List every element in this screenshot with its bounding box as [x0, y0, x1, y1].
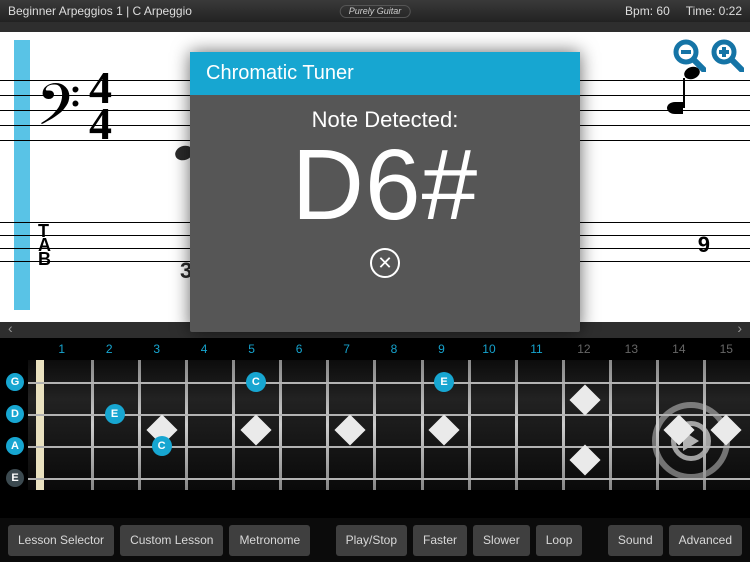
chromatic-tuner-popup: Chromatic Tuner Note Detected: D6# ✕: [190, 52, 580, 332]
fret-line: [279, 360, 282, 490]
lesson-title: Beginner Arpeggios 1 | C Arpeggio: [8, 4, 192, 18]
fret-line: [703, 360, 706, 490]
open-string-note[interactable]: G: [6, 373, 24, 391]
fret-line: [515, 360, 518, 490]
fret-inlay: [240, 414, 271, 445]
fret-note-marker[interactable]: E: [434, 372, 454, 392]
string: [28, 414, 750, 416]
zoom-in-button[interactable]: [710, 38, 744, 72]
time-sig-bottom: 4: [89, 106, 112, 142]
fret-note-marker[interactable]: C: [152, 436, 172, 456]
fret-number: 12: [560, 342, 607, 360]
fret-number: 1: [38, 342, 85, 360]
fret-line: [656, 360, 659, 490]
time-display: Time: 0:22: [686, 4, 742, 18]
tab-label: T A B: [38, 224, 51, 266]
slower-button[interactable]: Slower: [473, 525, 530, 556]
fret-note-marker[interactable]: C: [246, 372, 266, 392]
tab-number: 9: [698, 232, 710, 258]
time-signature: 4 4: [89, 70, 112, 142]
string: [28, 382, 750, 384]
open-string-note[interactable]: D: [6, 405, 24, 423]
fret-number: 11: [513, 342, 560, 360]
fret-line: [609, 360, 612, 490]
fret-note-marker[interactable]: E: [105, 404, 125, 424]
header-bar: Beginner Arpeggios 1 | C Arpeggio Purely…: [0, 0, 750, 22]
open-string-note[interactable]: E: [6, 469, 24, 487]
score-prev-button[interactable]: ‹: [2, 318, 19, 338]
bass-clef-icon: 𝄢: [36, 77, 81, 147]
nut: [36, 360, 44, 490]
string: [28, 446, 750, 448]
open-string-note[interactable]: A: [6, 437, 24, 455]
fret-number: 4: [180, 342, 227, 360]
fret-number: 14: [655, 342, 702, 360]
fret-line: [468, 360, 471, 490]
loop-button[interactable]: Loop: [536, 525, 583, 556]
fret-number: 2: [85, 342, 132, 360]
fret-number: 8: [370, 342, 417, 360]
fret-line: [138, 360, 141, 490]
fret-inlay: [429, 414, 460, 445]
fret-line: [91, 360, 94, 490]
sound-button[interactable]: Sound: [608, 525, 663, 556]
string: [28, 478, 750, 480]
zoom-out-button[interactable]: [672, 38, 706, 72]
score-area: 𝄢 4 4 T A B 3 9 ‹ › Chromati: [0, 22, 750, 338]
close-icon: ✕: [377, 253, 392, 274]
fret-line: [326, 360, 329, 490]
custom-lesson-button[interactable]: Custom Lesson: [120, 525, 223, 556]
tuner-note-value: D6#: [190, 133, 580, 238]
fret-line: [232, 360, 235, 490]
brand-logo: Purely Guitar: [340, 5, 411, 18]
fret-inlay: [570, 444, 601, 475]
fret-inlay: [334, 414, 365, 445]
fret-number-row: 123456789101112131415: [0, 342, 750, 360]
fret-number: 5: [228, 342, 275, 360]
fret-number: 10: [465, 342, 512, 360]
fret-line: [185, 360, 188, 490]
lesson-selector-button[interactable]: Lesson Selector: [8, 525, 114, 556]
fret-number: 13: [608, 342, 655, 360]
fret-line: [421, 360, 424, 490]
fret-line: [562, 360, 565, 490]
fret-number: 7: [323, 342, 370, 360]
fret-number: 9: [418, 342, 465, 360]
tuner-title: Chromatic Tuner: [190, 52, 580, 95]
score-next-button[interactable]: ›: [731, 318, 748, 338]
advanced-button[interactable]: Advanced: [669, 525, 742, 556]
play-stop-button[interactable]: Play/Stop: [336, 525, 407, 556]
faster-button[interactable]: Faster: [413, 525, 467, 556]
bottom-toolbar: Lesson Selector Custom Lesson Metronome …: [0, 518, 750, 562]
fret-number: 6: [275, 342, 322, 360]
fret-inlay: [570, 384, 601, 415]
fret-line: [373, 360, 376, 490]
fretboard-section: 123456789101112131415 GDAEECCE: [0, 338, 750, 518]
metronome-button[interactable]: Metronome: [229, 525, 310, 556]
bpm-display: Bpm: 60: [625, 4, 670, 18]
fretboard[interactable]: GDAEECCE: [28, 360, 750, 490]
fret-number: 3: [133, 342, 180, 360]
fret-number: 15: [703, 342, 750, 360]
tuner-close-button[interactable]: ✕: [370, 248, 400, 278]
